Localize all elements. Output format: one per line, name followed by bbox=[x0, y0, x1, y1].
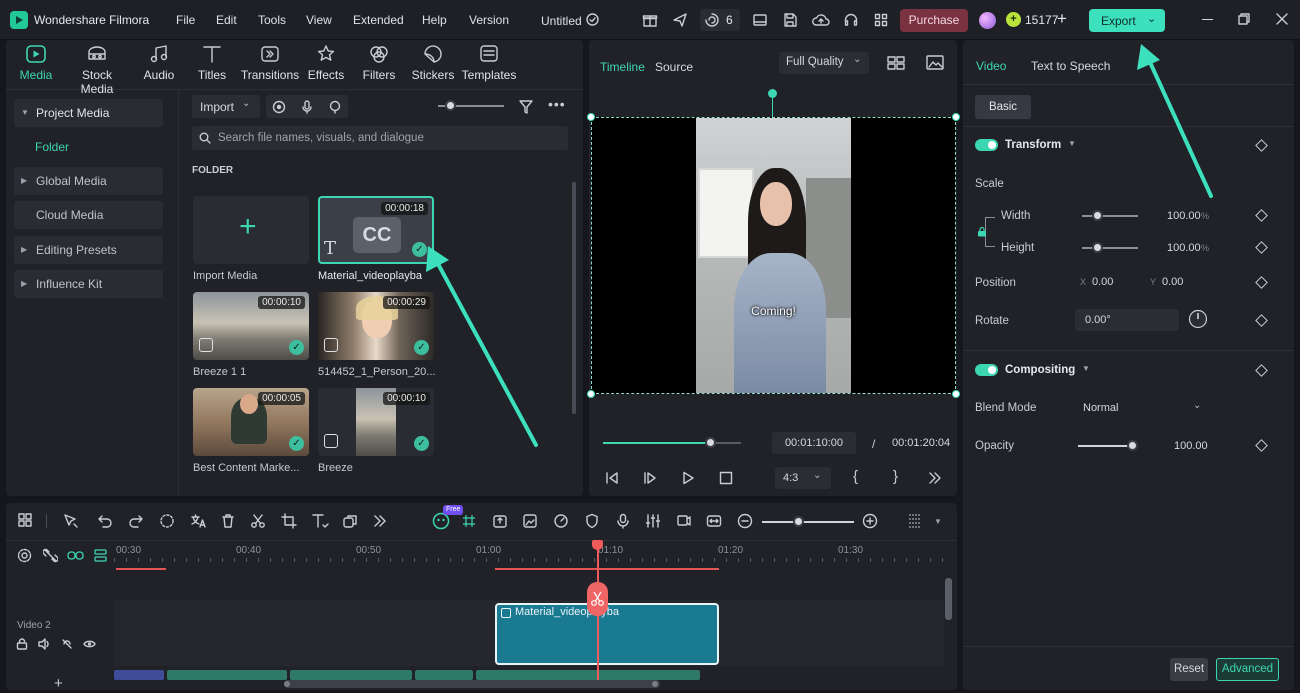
annotation-arrow-export bbox=[1147, 58, 1213, 198]
annotation-arrow-media bbox=[435, 260, 538, 447]
arrow-head-icon bbox=[426, 246, 449, 272]
arrow-head-icon bbox=[1137, 44, 1160, 70]
annotation-arrows bbox=[426, 44, 1213, 447]
